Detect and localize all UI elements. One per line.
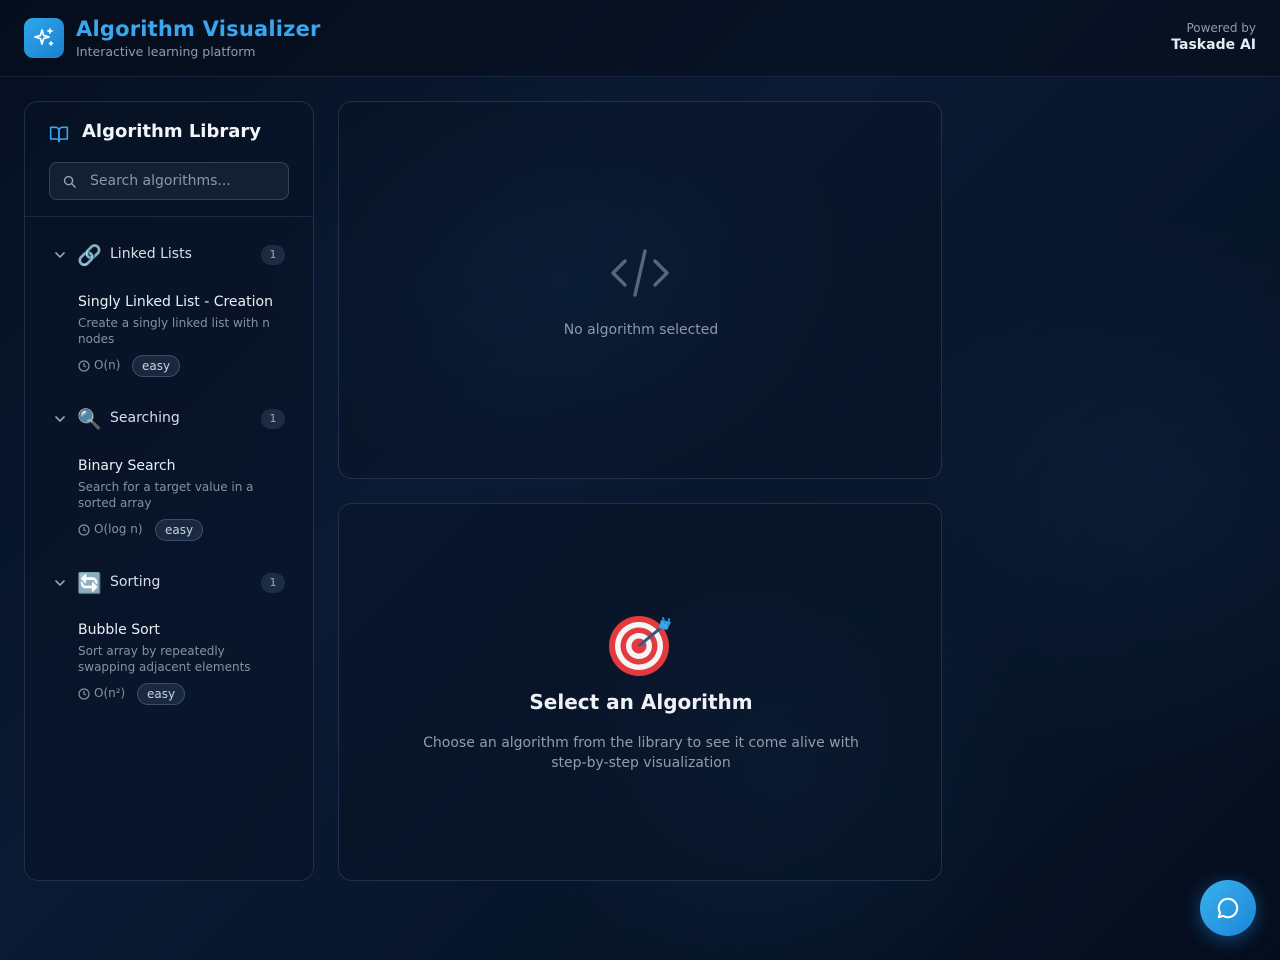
category-searching[interactable]: 🔍 Searching 1 [25,405,313,433]
brand-link[interactable]: Taskade AI [1171,37,1256,53]
algorithm-name: Binary Search [78,458,176,474]
algorithm-meta: O(n²) easy [78,683,293,705]
library-title: Algorithm Library [82,121,261,142]
algorithm-description: Create a singly linked list with n nodes [78,316,270,346]
book-open-icon [49,126,69,143]
welcome-description: Choose an algorithm from the library to … [423,735,859,771]
category-linked-lists[interactable]: 🔗 Linked Lists 1 [25,241,313,269]
algorithm-item-bubble-sort[interactable]: Bubble Sort Sort array by repeatedly swa… [78,621,293,705]
sparkles-icon [34,28,54,46]
empty-state-text: No algorithm selected [563,322,719,338]
search-input[interactable] [90,163,285,199]
category-count-badge: 1 [261,573,285,593]
clock-icon [78,688,90,700]
welcome-panel: Select an Algorithm Choose an algorithm … [338,503,942,881]
chevron-down-icon[interactable] [54,249,66,261]
chat-button[interactable] [1200,880,1256,936]
complexity-label: O(n) [94,358,121,372]
algorithm-meta: O(n) easy [78,355,293,377]
category-label: Searching [110,410,180,426]
algorithm-description: Search for a target value in a sorted ar… [78,480,254,510]
category-label: Sorting [110,574,161,590]
search-box[interactable] [49,162,289,200]
category-label: Linked Lists [110,246,192,262]
target-icon [609,616,671,676]
sidebar-divider [25,216,313,217]
powered-by-label: Powered by [1186,21,1256,35]
algorithm-name: Bubble Sort [78,622,160,638]
chevron-down-icon[interactable] [54,577,66,589]
app-subtitle: Interactive learning platform [76,44,256,59]
difficulty-badge: easy [155,519,204,541]
app-logo [24,18,64,58]
algorithm-library-sidebar: Algorithm Library 🔗 Linked Lists 1 Singl… [24,101,314,881]
algorithm-name: Singly Linked List - Creation [78,294,273,310]
category-sorting[interactable]: 🔄 Sorting 1 [25,569,313,597]
search-icon [63,175,76,188]
complexity-label: O(n²) [94,686,126,700]
clock-icon [78,360,90,372]
cycle-arrows-icon: 🔄 [77,571,102,595]
algorithm-description: Sort array by repeatedly swapping adjace… [78,644,251,674]
welcome-title: Select an Algorithm [529,690,753,714]
magnifier-icon: 🔍 [77,407,102,431]
algorithm-item-singly-linked-list[interactable]: Singly Linked List - Creation Create a s… [78,293,293,377]
difficulty-badge: easy [137,683,186,705]
app-header: Algorithm Visualizer Interactive learnin… [0,0,1280,77]
algorithm-meta: O(log n) easy [78,519,293,541]
category-count-badge: 1 [261,409,285,429]
visualizer-panel: No algorithm selected [338,101,942,479]
chevron-down-icon[interactable] [54,413,66,425]
code-icon [611,249,669,297]
algorithm-item-binary-search[interactable]: Binary Search Search for a target value … [78,457,293,541]
difficulty-badge: easy [132,355,181,377]
app-title: Algorithm Visualizer [76,17,321,41]
link-icon: 🔗 [77,243,102,267]
category-count-badge: 1 [261,245,285,265]
complexity-label: O(log n) [94,522,143,536]
chat-bubble-icon [1217,897,1239,919]
clock-icon [78,524,90,536]
